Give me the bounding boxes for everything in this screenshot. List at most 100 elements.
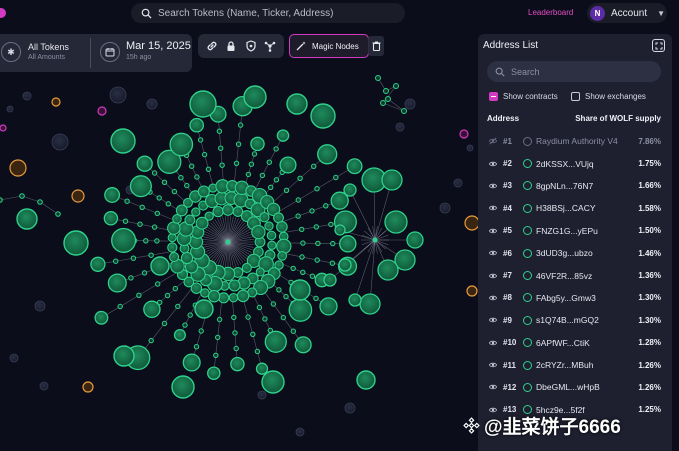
- address-row[interactable]: #12 DbeGML...wHpB 1.26%: [478, 376, 672, 398]
- graph-node-small[interactable]: [148, 252, 154, 258]
- graph-node[interactable]: [334, 224, 346, 236]
- graph-node-small[interactable]: [333, 174, 339, 181]
- checkbox-checked[interactable]: [489, 92, 498, 101]
- graph-node[interactable]: [222, 204, 234, 216]
- graph-node-small[interactable]: [383, 88, 389, 94]
- shield-icon[interactable]: [243, 38, 259, 54]
- graph-node-inactive[interactable]: [395, 122, 405, 132]
- graph-node-small[interactable]: [248, 161, 255, 167]
- graph-node-small[interactable]: [295, 197, 301, 203]
- eye-icon[interactable]: [488, 382, 498, 392]
- graph-node[interactable]: [129, 175, 152, 198]
- graph-node[interactable]: [184, 214, 196, 226]
- graph-node-small[interactable]: [270, 301, 277, 307]
- eye-off-icon[interactable]: [488, 136, 498, 146]
- graph-node[interactable]: [16, 208, 38, 230]
- row-address[interactable]: 2dKSSX...VUjq: [536, 159, 594, 169]
- graph-node-small[interactable]: [276, 287, 282, 293]
- graph-node-small[interactable]: [55, 211, 61, 217]
- graph-node[interactable]: [207, 366, 221, 380]
- eye-icon[interactable]: [488, 226, 498, 236]
- graph-node-small[interactable]: [205, 166, 212, 173]
- graph-node[interactable]: [264, 330, 287, 353]
- graph-node-small[interactable]: [273, 146, 279, 152]
- graph-node-small[interactable]: [151, 170, 158, 176]
- row-address[interactable]: 2cRYZr...MBuh: [536, 360, 593, 370]
- graph-node[interactable]: [261, 370, 285, 394]
- show-contracts-checkbox[interactable]: Show contracts: [489, 92, 558, 101]
- graph-node-inactive[interactable]: [146, 98, 158, 110]
- graph-node-small[interactable]: [37, 199, 43, 205]
- graph-node-small[interactable]: [380, 100, 386, 106]
- graph-node-small[interactable]: [328, 221, 334, 228]
- graph-node-small[interactable]: [251, 151, 258, 157]
- expand-icon[interactable]: [652, 39, 665, 52]
- magic-nodes-button[interactable]: Magic Nodes: [289, 34, 369, 58]
- address-row[interactable]: #2 2dKSSX...VUjq 1.75%: [478, 152, 672, 174]
- graph-node[interactable]: [276, 221, 288, 233]
- graph-node-small[interactable]: [290, 265, 296, 272]
- graph-node-small[interactable]: [165, 201, 172, 207]
- snapshot-date[interactable]: Mar 15, 2025: [126, 40, 191, 52]
- graph-node-small[interactable]: [393, 83, 399, 89]
- graph-node-small[interactable]: [233, 160, 240, 167]
- eye-icon[interactable]: [488, 338, 498, 348]
- hub-node[interactable]: [372, 237, 378, 243]
- graph-node-small[interactable]: [283, 293, 289, 300]
- graph-node-small[interactable]: [300, 240, 306, 246]
- graph-node-small[interactable]: [139, 204, 145, 211]
- graph-node-small[interactable]: [172, 285, 179, 292]
- graph-node-inactive[interactable]: [22, 91, 32, 101]
- calendar-icon[interactable]: [100, 42, 120, 62]
- graph-node[interactable]: [107, 273, 127, 293]
- graph-node-small[interactable]: [273, 177, 280, 183]
- graph-node-small[interactable]: [19, 193, 25, 199]
- graph-node-orange[interactable]: [51, 97, 61, 107]
- address-search-input[interactable]: [511, 66, 641, 77]
- graph-node[interactable]: [150, 256, 170, 276]
- graph-node-small[interactable]: [231, 314, 237, 321]
- graph-node-small[interactable]: [154, 210, 161, 217]
- graph-node[interactable]: [250, 136, 265, 152]
- graph-node[interactable]: [276, 129, 290, 142]
- graph-node[interactable]: [264, 221, 274, 231]
- graph-node-inactive[interactable]: [404, 98, 416, 110]
- graph-node-small[interactable]: [175, 303, 181, 310]
- graph-node-small[interactable]: [385, 96, 391, 102]
- address-row[interactable]: #3 8gpNLn...76N7 1.66%: [478, 175, 672, 197]
- graph-node[interactable]: [286, 93, 308, 115]
- graph-node[interactable]: [243, 85, 267, 109]
- address-row[interactable]: #6 3dUD3g...ubzo 1.46%: [478, 242, 672, 264]
- graph-node-small[interactable]: [189, 163, 195, 169]
- graph-node-small[interactable]: [161, 179, 168, 186]
- graph-node-small[interactable]: [314, 257, 320, 263]
- show-exchanges-checkbox[interactable]: Show exchanges: [571, 92, 646, 101]
- graph-node-small[interactable]: [0, 197, 3, 203]
- graph-node-small[interactable]: [297, 175, 303, 182]
- graph-node[interactable]: [204, 211, 214, 221]
- graph-node-small[interactable]: [313, 295, 319, 302]
- graph-node-small[interactable]: [124, 198, 130, 204]
- graph-node-small[interactable]: [216, 316, 223, 323]
- graph-node[interactable]: [189, 90, 217, 118]
- graph-node-small[interactable]: [128, 275, 134, 281]
- graph-node-small[interactable]: [216, 128, 223, 134]
- graph-node[interactable]: [104, 187, 121, 203]
- eye-icon[interactable]: [488, 248, 498, 258]
- graph-node-inactive[interactable]: [439, 202, 451, 214]
- graph-node-small[interactable]: [171, 188, 178, 195]
- graph-node-small[interactable]: [161, 320, 168, 327]
- row-address[interactable]: 6APfWF...CtiK: [536, 338, 590, 348]
- graph-node[interactable]: [230, 356, 245, 372]
- graph-node-small[interactable]: [193, 344, 200, 350]
- row-address[interactable]: FNZG1G...yEPu: [536, 226, 598, 236]
- graph-node-small[interactable]: [130, 255, 137, 261]
- graph-node-small[interactable]: [401, 108, 407, 114]
- graph-node-magenta[interactable]: [0, 124, 7, 132]
- graph-node[interactable]: [288, 298, 313, 322]
- address-row[interactable]: #11 2cRYZr...MBuh 1.26%: [478, 354, 672, 376]
- graph-node[interactable]: [167, 233, 177, 243]
- graph-node-small[interactable]: [122, 218, 129, 224]
- graph-node-small[interactable]: [266, 159, 272, 165]
- graph-node[interactable]: [317, 144, 338, 165]
